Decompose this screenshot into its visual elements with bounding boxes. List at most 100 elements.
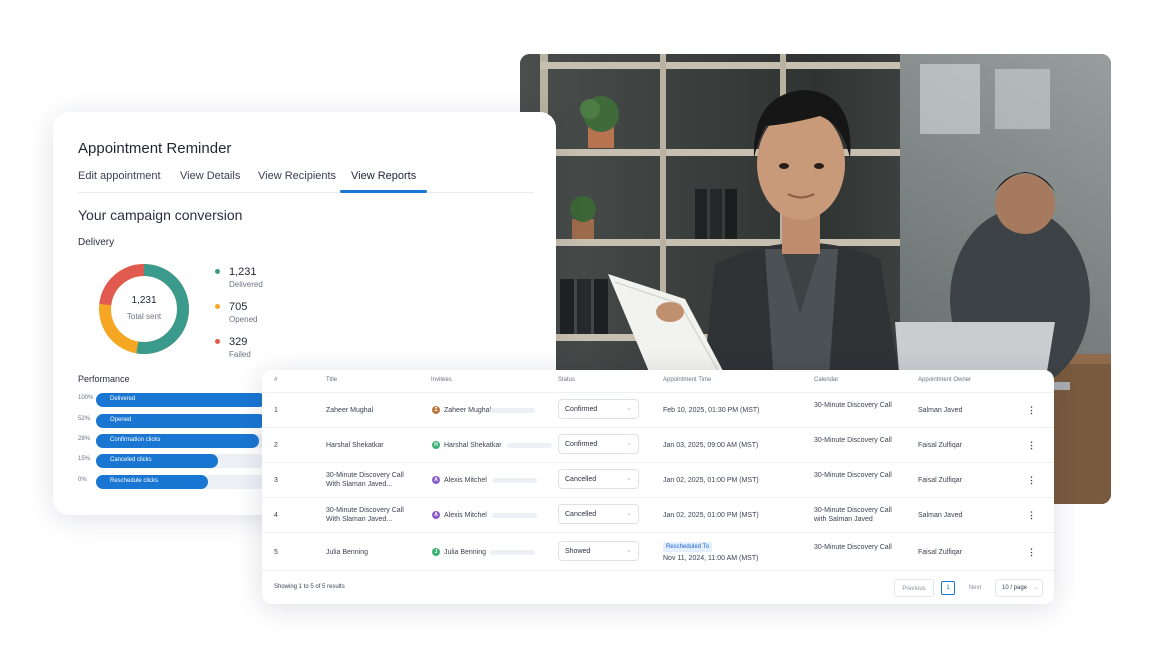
page-number-button[interactable]: 1 — [941, 581, 955, 595]
invitee-name: Zaheer Mughal — [444, 407, 492, 414]
column-header-appointment-time: Appointment Time — [663, 377, 712, 383]
invitee-email-placeholder — [492, 478, 537, 483]
legend-value: 705 — [229, 301, 248, 313]
appointment-time: Feb 10, 2025, 01:30 PM (MST) — [663, 407, 760, 414]
tab-view-reports[interactable]: View Reports — [351, 170, 416, 182]
column-header-owner: Appointment Owner — [918, 377, 972, 383]
perf-bar-fill: Opened — [96, 414, 266, 428]
donut-total-value: 1,231 — [131, 295, 157, 306]
status-select[interactable]: Showed ⌄ — [558, 541, 639, 561]
chevron-down-icon: ⌄ — [626, 405, 632, 412]
legend-value: 1,231 — [229, 266, 257, 278]
chevron-down-icon: ⌄ — [626, 475, 632, 482]
owner-name: Faisal Zulfiqar — [918, 549, 962, 556]
owner-name: Salman Javed — [918, 407, 963, 414]
row-number: 1 — [274, 407, 278, 414]
invitee-email-placeholder — [507, 443, 552, 448]
column-header-status: Status — [558, 377, 576, 383]
invitee-avatar: J — [432, 548, 440, 556]
legend-label: Opened — [229, 315, 258, 324]
appointment-time: Jan 03, 2025, 09:00 AM (MST) — [663, 442, 759, 449]
invitee-name: Alexis Mitchel — [444, 512, 487, 519]
status-select[interactable]: Cancelled ⌄ — [558, 504, 639, 524]
calendar-name: 30-Minute Discovery Call — [814, 437, 892, 444]
table-row[interactable]: 3 30-Minute Discovery Call With Slaman J… — [262, 462, 1054, 497]
row-title: Harshal Shekatkar — [326, 442, 384, 449]
kebab-menu-icon[interactable]: ⋮ — [1027, 474, 1036, 486]
tab-view-details[interactable]: View Details — [180, 170, 240, 182]
row-number: 3 — [274, 477, 278, 484]
perf-bar-track: Confirmation clicks — [96, 434, 266, 448]
status-value: Confirmed — [565, 441, 598, 448]
invitee-avatar: A — [432, 476, 440, 484]
invitee-name: Alexis Mitchel — [444, 477, 487, 484]
table-row[interactable]: 5 Julia Benning J Julia Benning Showed ⌄… — [262, 532, 1054, 570]
appointment-time: Jan 02, 2025, 01:00 PM (MST) — [663, 477, 759, 484]
legend-label: Delivered — [229, 280, 263, 289]
invitee-email-placeholder — [492, 513, 537, 518]
row-title: 30-Minute Discovery Call With Slaman Jav… — [326, 472, 404, 488]
status-value: Cancelled — [565, 511, 597, 518]
donut-total-label: Total sent — [126, 312, 162, 321]
chevron-down-icon: ⌄ — [626, 547, 632, 554]
perf-bar-fill: Reschedule clicks — [96, 475, 209, 489]
perf-row-canceled-clicks: 15% Canceled clicks — [78, 454, 278, 468]
column-header-calendar: Calendar — [814, 377, 839, 383]
perf-bar-fill: Canceled clicks — [96, 454, 219, 468]
legend-value: 329 — [229, 336, 248, 348]
chevron-down-icon: ⌄ — [626, 440, 632, 447]
row-number: 2 — [274, 442, 278, 449]
tab-bar: Edit appointment View Details View Recip… — [78, 169, 534, 193]
table-row[interactable]: 1 Zaheer Mughal Z Zaheer Mughal Confirme… — [262, 392, 1054, 427]
appointment-time: Jan 02, 2025, 01:00 PM (MST) — [663, 512, 759, 519]
perf-bar-track: Reschedule clicks — [96, 475, 266, 489]
performance-label: Performance — [78, 374, 130, 384]
perf-percent: 52% — [78, 416, 91, 422]
table-row[interactable]: 2 Harshal Shekatkar H Harshal Shekatkar … — [262, 427, 1054, 462]
calendar-name: 30-Minute Discovery Call — [814, 472, 892, 479]
status-select[interactable]: Cancelled ⌄ — [558, 469, 639, 489]
kebab-menu-icon[interactable]: ⋮ — [1027, 439, 1036, 451]
legend-dot-delivered — [215, 269, 220, 274]
column-header-title: Title — [326, 377, 338, 383]
chevron-down-icon: ⌄ — [1032, 585, 1038, 591]
perf-row-opened: 52% Opened — [78, 414, 278, 428]
next-page-button[interactable]: Next — [962, 579, 988, 597]
perf-bar-track: Delivered — [96, 393, 266, 407]
status-select[interactable]: Confirmed ⌄ — [558, 399, 639, 419]
tab-view-recipients[interactable]: View Recipients — [258, 170, 336, 182]
invitee-name: Julia Benning — [444, 549, 487, 556]
perf-row-reschedule-clicks: 0% Reschedule clicks — [78, 475, 278, 489]
perf-bar-label: Confirmation clicks — [110, 437, 161, 443]
per-page-select[interactable]: 10 / page ⌄ — [995, 579, 1043, 597]
delivery-donut-chart — [99, 264, 189, 354]
status-value: Showed — [565, 548, 591, 555]
tab-edit-appointment[interactable]: Edit appointment — [78, 170, 161, 182]
legend-dot-failed — [215, 339, 220, 344]
table-footer: Showing 1 to 5 of 5 results Previous 1 N… — [262, 570, 1054, 604]
calendar-name: 30-Minute Discovery Call with Salman Jav… — [814, 507, 892, 523]
kebab-menu-icon[interactable]: ⋮ — [1027, 546, 1036, 558]
row-title: 30-Minute Discovery Call With Slaman Jav… — [326, 507, 404, 523]
perf-percent: 100% — [78, 395, 94, 401]
kebab-menu-icon[interactable]: ⋮ — [1027, 509, 1036, 521]
invitee-email-placeholder — [490, 408, 535, 413]
column-header-invitees: Invitees — [431, 377, 452, 383]
invitee-avatar: H — [432, 441, 440, 449]
legend-dot-opened — [215, 304, 220, 309]
status-select[interactable]: Confirmed ⌄ — [558, 434, 639, 454]
owner-name: Faisal Zulfiqar — [918, 442, 962, 449]
kebab-menu-icon[interactable]: ⋮ — [1027, 404, 1036, 416]
table-row[interactable]: 4 30-Minute Discovery Call With Slaman J… — [262, 497, 1054, 532]
chevron-down-icon: ⌄ — [626, 510, 632, 517]
row-title: Julia Benning — [326, 549, 369, 556]
perf-bar-fill: Delivered — [96, 393, 266, 407]
perf-row-delivered: 100% Delivered — [78, 393, 278, 407]
perf-percent: 15% — [78, 456, 91, 462]
perf-bar-label: Reschedule clicks — [110, 478, 159, 484]
previous-page-button[interactable]: Previous — [894, 579, 934, 597]
perf-bar-label: Canceled clicks — [110, 457, 152, 463]
column-header-number: # — [274, 377, 278, 383]
invitee-name: Harshal Shekatkar — [444, 442, 502, 449]
table-header: # Title Invitees Status Appointment Time… — [262, 370, 1054, 392]
